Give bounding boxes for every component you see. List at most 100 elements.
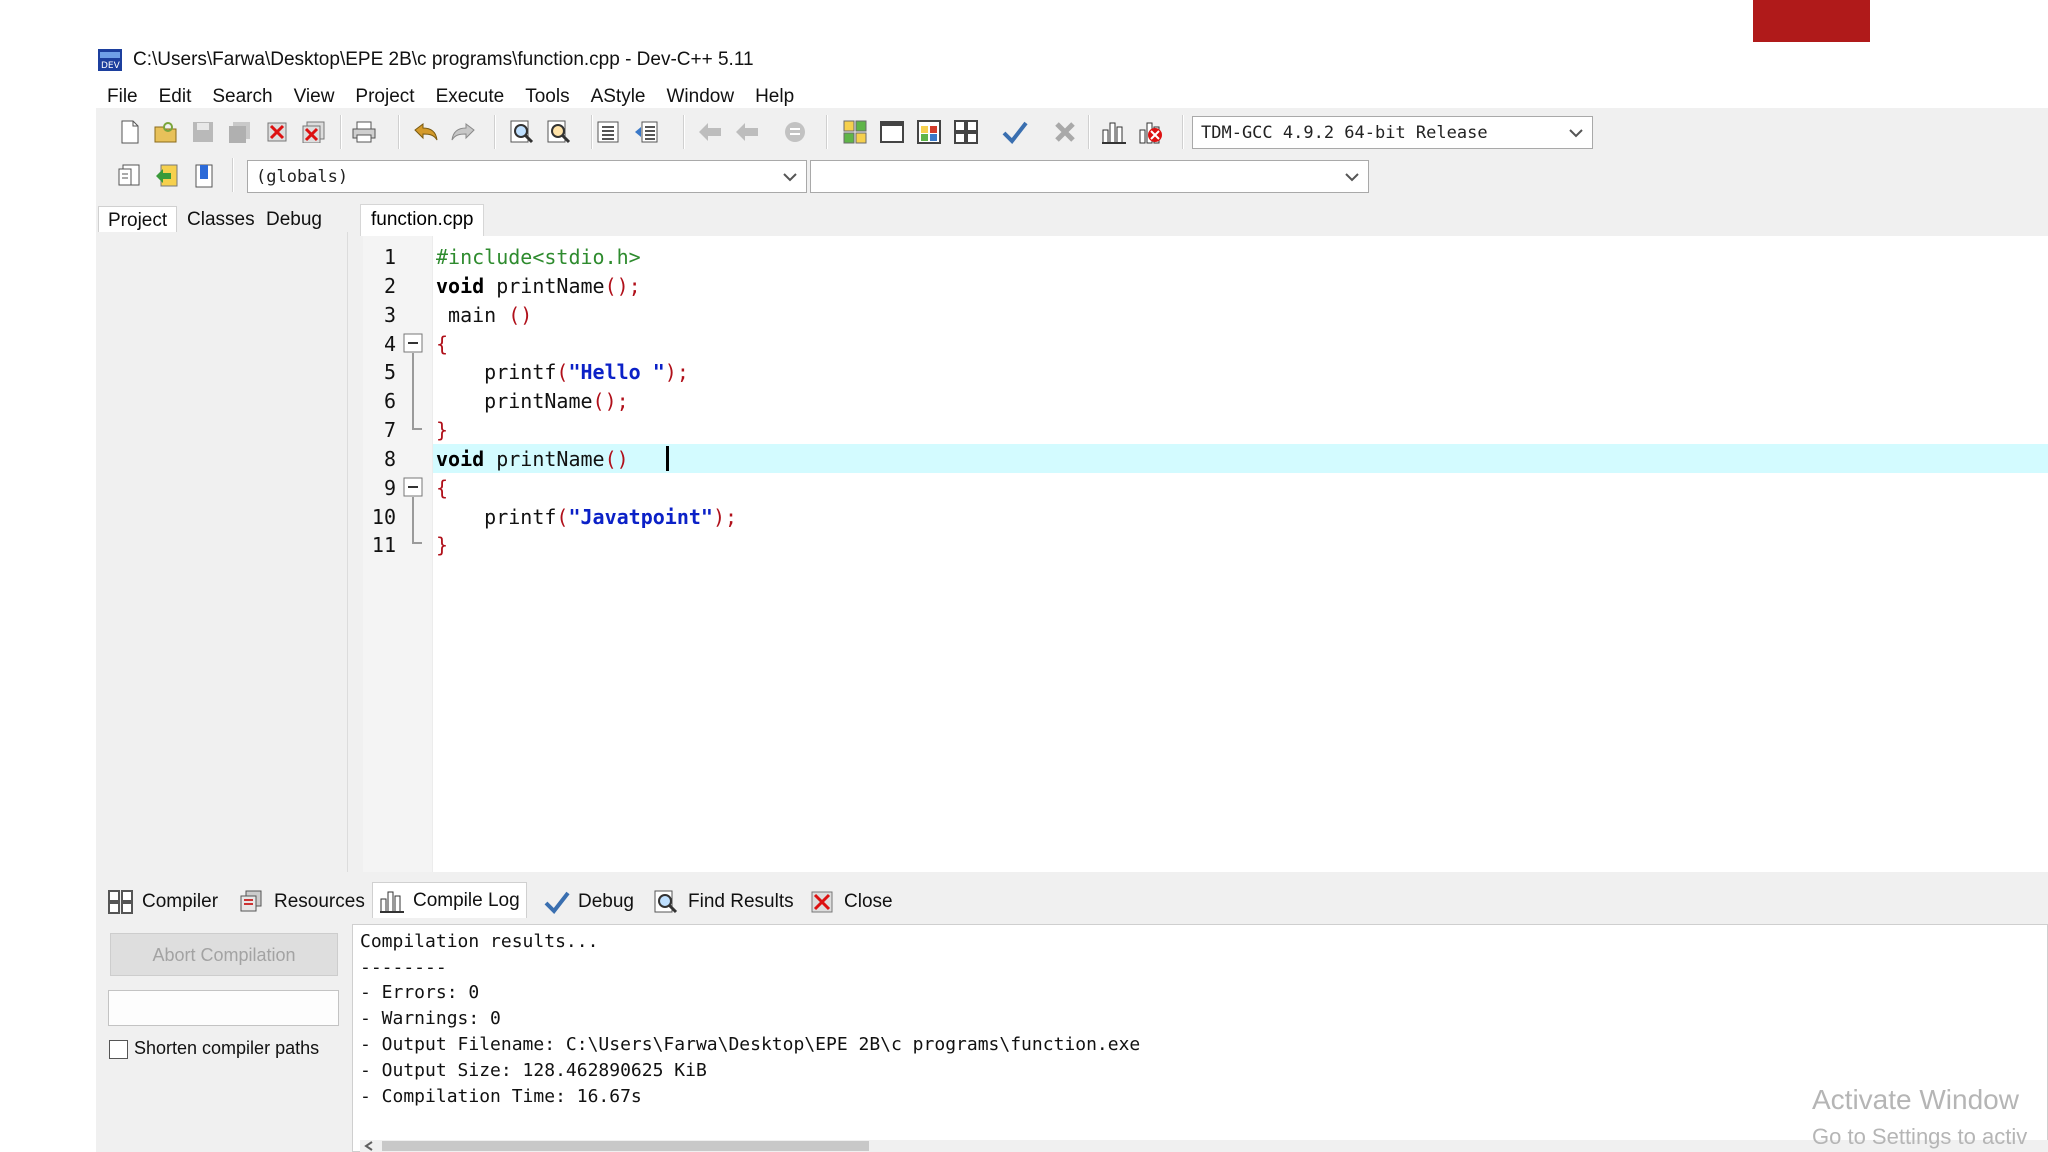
unindent-icon [635,121,658,143]
find-button[interactable] [508,118,536,146]
bar-chart-icon [1102,122,1126,144]
scope-select[interactable]: (globals) [247,160,807,193]
menu-project[interactable]: Project [344,82,424,110]
code-line-7: } [436,418,449,442]
fold-collapse-icon[interactable] [403,333,423,353]
tab-label: Resources [274,891,365,912]
tab-label: Close [844,891,893,912]
menu-tools[interactable]: Tools [514,82,579,110]
editor-tab-function-cpp[interactable]: function.cpp [360,204,485,236]
tab-close[interactable]: Close [804,886,899,918]
close-file-icon [267,122,287,142]
menu-execute[interactable]: Execute [425,82,515,110]
scope-select-value: (globals) [256,167,349,187]
toggle-bookmark-button[interactable] [190,162,218,190]
compiler-select-value: TDM-GCC 4.9.2 64-bit Release [1201,123,1488,143]
run-button[interactable] [878,118,906,146]
line-number: 10 [371,505,396,529]
syntax-check-button[interactable] [1001,118,1029,146]
project-tree[interactable] [98,232,348,872]
menu-help[interactable]: Help [744,82,804,110]
chevron-down-icon [1569,129,1583,138]
fold-guide-end [412,542,422,544]
tab-project[interactable]: Project [98,206,178,235]
compile-run-button[interactable] [915,118,943,146]
print-button[interactable] [350,118,378,146]
text-caret [666,446,669,471]
compiler-grid-icon [108,890,133,914]
toolbar-separator [340,115,342,149]
line-number: 5 [383,360,396,384]
find-magnifier-icon [654,890,678,914]
save-button[interactable] [189,118,217,146]
tab-compile-log[interactable]: Compile Log [372,882,527,918]
undo-arrow-icon [414,123,438,141]
redo-button[interactable] [449,118,477,146]
new-file-button[interactable] [116,118,144,146]
tab-label: Compiler [142,891,219,912]
line-number: 1 [383,245,396,269]
delete-profile-button[interactable] [1137,118,1165,146]
stop-execution-button[interactable] [1051,118,1079,146]
devcpp-app-icon: DEV [98,49,122,71]
toolbar-separator [826,115,828,149]
tab-resources[interactable]: Resources [234,886,371,918]
bar-chart-icon [380,891,404,913]
fold-collapse-icon[interactable] [403,477,423,497]
prev-page-icon [699,123,721,141]
replace-button[interactable] [545,118,573,146]
menu-astyle[interactable]: AStyle [580,82,656,110]
code-editor[interactable] [363,236,2048,872]
tab-debug-output[interactable]: Debug [538,886,640,918]
find-magnifier-icon [510,120,534,144]
next-page-icon [736,123,758,141]
log-scrollbar-thumb[interactable] [382,1141,869,1151]
menu-edit[interactable]: Edit [148,82,202,110]
scroll-left-arrow-icon[interactable] [362,1140,376,1152]
save-all-button[interactable] [226,118,254,146]
stop-x-icon [1055,122,1075,142]
toolbar-separator [683,115,685,149]
compiler-select[interactable]: TDM-GCC 4.9.2 64-bit Release [1192,116,1593,149]
compile-grid-icon [843,120,867,144]
menu-search[interactable]: Search [201,82,282,110]
goto-button[interactable] [153,162,181,190]
menu-file[interactable]: File [96,82,148,110]
chevron-down-icon [783,173,797,182]
abort-compilation-button[interactable]: Abort Compilation [110,933,338,976]
compile-button[interactable] [841,118,869,146]
menu-window[interactable]: Window [656,82,745,110]
window-title: C:\Users\Farwa\Desktop\EPE 2B\c programs… [133,49,754,70]
open-file-button[interactable] [152,118,180,146]
member-select[interactable] [810,160,1369,193]
close-all-icon [302,121,325,143]
toolbar-separator [232,158,234,192]
shorten-paths-checkbox[interactable] [109,1040,128,1059]
next-page-button[interactable] [733,118,761,146]
log-line: - Compilation Time: 16.67s [360,1086,642,1107]
tab-find-results[interactable]: Find Results [648,886,800,918]
close-all-button[interactable] [300,118,328,146]
bookmark-button[interactable] [781,118,809,146]
unindent-button[interactable] [632,118,660,146]
shorten-paths-label[interactable]: Shorten compiler paths [134,1038,319,1059]
indent-button[interactable] [594,118,622,146]
log-line: Compilation results... [360,931,599,952]
rebuild-all-button[interactable] [952,118,980,146]
rebuild-grid-icon [954,120,978,144]
undo-button[interactable] [412,118,440,146]
previous-page-button[interactable] [696,118,724,146]
code-line-9: { [436,476,449,500]
insert-button[interactable] [115,162,143,190]
profile-analysis-button[interactable] [1100,118,1128,146]
tab-classes[interactable]: Classes [178,206,264,234]
code-line-4: { [436,332,449,356]
close-file-button[interactable] [263,118,291,146]
menu-view[interactable]: View [283,82,345,110]
tab-debug[interactable]: Debug [257,206,331,234]
line-number: 7 [383,418,396,442]
log-line: - Warnings: 0 [360,1008,501,1029]
activation-watermark-subtitle: Go to Settings to activ [1812,1124,2028,1149]
tab-compiler[interactable]: Compiler [102,886,224,918]
checkmark-icon [1002,121,1028,144]
